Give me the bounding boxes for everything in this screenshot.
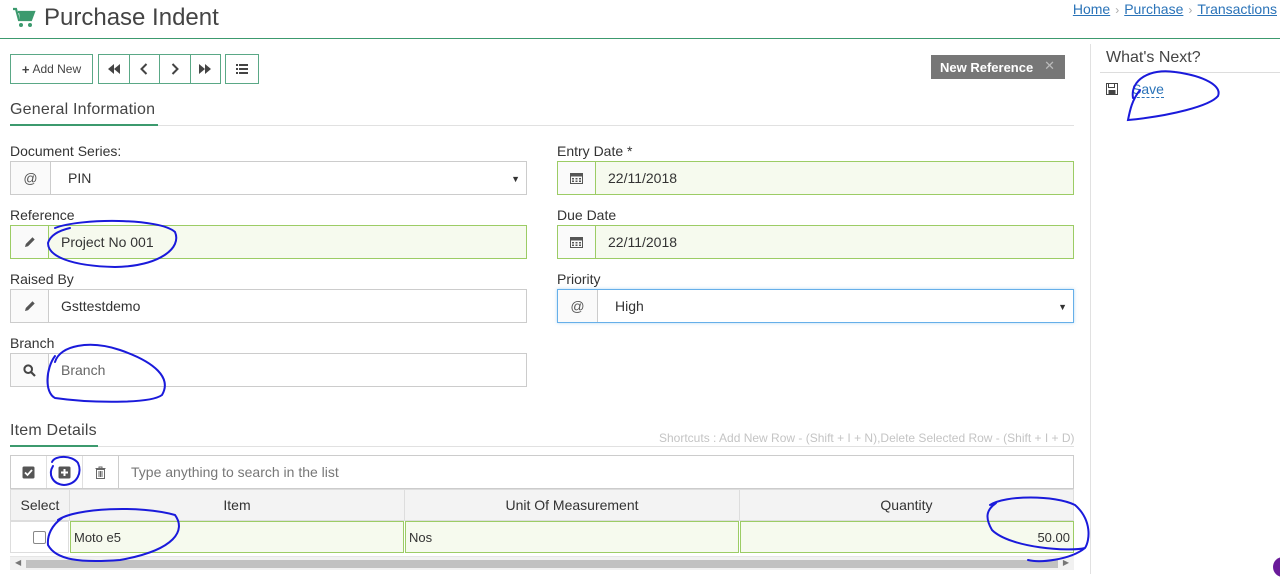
due-date-label: Due Date <box>557 207 617 223</box>
list-icon <box>236 64 248 74</box>
caret-down-icon: ▼ <box>1058 302 1067 312</box>
fast-backward-icon <box>107 64 120 74</box>
plus-square-icon <box>58 466 71 478</box>
table-row: Moto e5 Nos 50.00 <box>10 521 1074 553</box>
quantity-cell[interactable]: 50.00 <box>740 521 1074 553</box>
section-divider <box>10 446 1074 447</box>
item-details-heading: Item Details <box>10 422 97 439</box>
branch-placeholder: Branch <box>61 362 106 378</box>
save-link[interactable]: Save <box>1132 81 1164 98</box>
column-header-item[interactable]: Item <box>69 489 404 521</box>
due-date-field[interactable]: 22/11/2018 <box>557 225 1074 259</box>
at-icon: @ <box>558 290 598 322</box>
chevron-left-icon <box>140 63 148 75</box>
breadcrumb-separator-icon: › <box>1115 3 1120 17</box>
general-information-heading: General Information <box>10 101 156 118</box>
breadcrumb-home-link[interactable]: Home <box>1073 1 1110 17</box>
item-cell[interactable]: Moto e5 <box>70 521 404 553</box>
breadcrumb-transactions-link[interactable]: Transactions <box>1197 1 1277 17</box>
priority-label: Priority <box>557 271 601 287</box>
fast-forward-icon <box>199 64 212 74</box>
grid-header-row: Select Item Unit Of Measurement Quantity <box>10 489 1074 521</box>
scroll-right-icon[interactable]: ▶ <box>1063 558 1069 567</box>
calendar-icon[interactable] <box>558 226 596 258</box>
plus-icon: + <box>21 61 30 77</box>
scroll-left-icon[interactable]: ◀ <box>15 558 21 567</box>
document-series-label: Document Series: <box>10 143 122 159</box>
list-view-button[interactable] <box>225 54 259 84</box>
add-new-label: Add New <box>32 62 82 76</box>
breadcrumb-purchase-link[interactable]: Purchase <box>1124 1 1183 17</box>
previous-record-button[interactable] <box>130 55 160 83</box>
caret-down-icon: ▼ <box>511 174 520 184</box>
next-record-button[interactable] <box>160 55 191 83</box>
branch-field[interactable]: Branch <box>10 353 527 387</box>
row-select-checkbox[interactable] <box>33 530 46 544</box>
section-accent <box>10 445 98 447</box>
calendar-icon[interactable] <box>558 162 596 194</box>
column-header-select: Select <box>10 489 69 521</box>
shopping-cart-icon <box>12 7 36 32</box>
section-accent <box>10 124 158 126</box>
trash-icon <box>95 466 106 479</box>
add-row-button[interactable] <box>47 456 83 488</box>
entry-date-field[interactable]: 22/11/2018 <box>557 161 1074 195</box>
new-reference-tag[interactable]: New Reference ✕ <box>931 55 1065 79</box>
grid-toolbar: Type anything to search in the list <box>10 455 1074 489</box>
column-header-quantity[interactable]: Quantity <box>739 489 1074 521</box>
select-all-button[interactable] <box>11 456 47 488</box>
delete-row-button[interactable] <box>83 456 118 488</box>
whats-next-divider <box>1100 72 1280 73</box>
close-icon[interactable]: ✕ <box>1044 58 1055 74</box>
priority-value: High <box>615 298 644 314</box>
column-header-uom[interactable]: Unit Of Measurement <box>404 489 739 521</box>
raised-by-label: Raised By <box>10 271 74 287</box>
side-panel-divider <box>1090 44 1091 574</box>
reference-field[interactable]: Project No 001 <box>10 225 527 259</box>
at-icon: @ <box>11 162 51 194</box>
due-date-value: 22/11/2018 <box>596 226 1073 258</box>
grid-search-input[interactable]: Type anything to search in the list <box>118 456 1073 488</box>
record-navigation <box>98 54 221 84</box>
breadcrumb-separator-icon: › <box>1188 3 1193 17</box>
row-select-cell <box>10 521 69 553</box>
whats-next-heading: What's Next? <box>1106 49 1201 66</box>
floppy-disk-icon <box>1106 82 1118 98</box>
last-record-button[interactable] <box>191 55 221 83</box>
raised-by-value: Gsttestdemo <box>61 298 141 314</box>
page-title: Purchase Indent <box>44 4 219 31</box>
chevron-right-icon <box>171 63 179 75</box>
entry-date-value: 22/11/2018 <box>596 162 1073 194</box>
document-series-select[interactable]: @ PIN ▼ <box>10 161 527 195</box>
new-reference-label: New Reference <box>940 59 1034 75</box>
reference-value: Project No 001 <box>49 226 526 258</box>
scrollbar-thumb[interactable] <box>26 560 1058 568</box>
first-record-button[interactable] <box>99 55 130 83</box>
pencil-icon <box>11 290 49 322</box>
reference-label: Reference <box>10 207 75 223</box>
branch-label: Branch <box>10 335 55 351</box>
shortcuts-hint: Shortcuts : Add New Row - (Shift + I + N… <box>659 431 1075 445</box>
priority-select[interactable]: @ High ▼ <box>557 289 1074 323</box>
entry-date-label: Entry Date * <box>557 143 633 159</box>
checkbox-checked-icon <box>22 466 35 478</box>
section-divider <box>10 125 1074 126</box>
document-series-value: PIN <box>68 170 92 186</box>
item-grid: Select Item Unit Of Measurement Quantity… <box>10 489 1074 553</box>
raised-by-field[interactable]: Gsttestdemo <box>10 289 527 323</box>
horizontal-scrollbar[interactable]: ◀ ▶ <box>10 556 1074 570</box>
floating-action-indicator <box>1273 557 1280 577</box>
breadcrumb: Home › Purchase › Transactions <box>1073 1 1277 17</box>
uom-cell[interactable]: Nos <box>405 521 739 553</box>
search-icon[interactable] <box>11 354 49 386</box>
pencil-icon <box>11 226 49 258</box>
add-new-button[interactable]: + Add New <box>10 54 93 84</box>
